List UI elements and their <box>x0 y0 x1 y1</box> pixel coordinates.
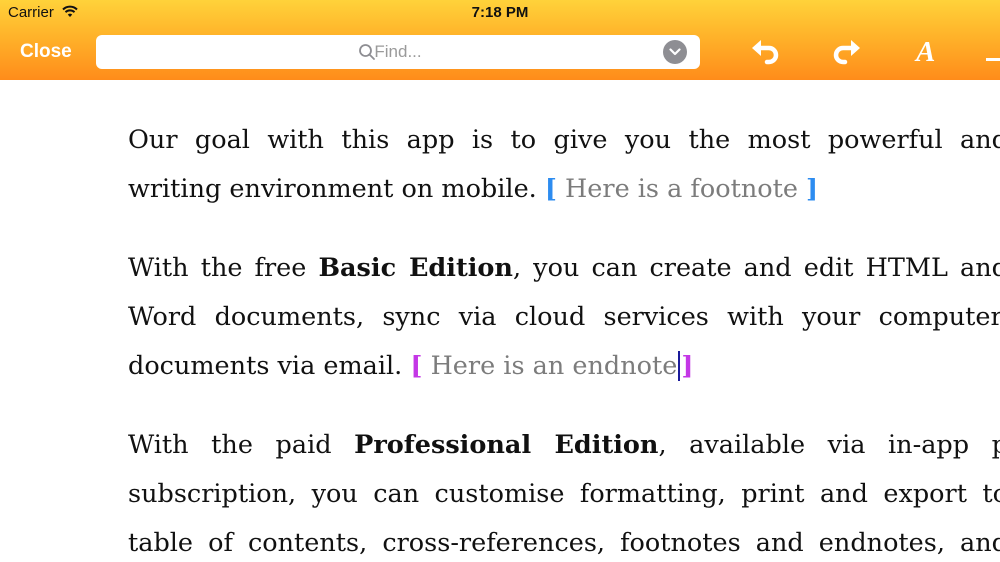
find-options-button[interactable] <box>663 40 687 64</box>
text-run: documents via email. <box>128 351 403 381</box>
format-font-icon: A <box>916 36 936 68</box>
status-bar: Carrier 7:18 PM <box>0 0 1000 26</box>
more-icon <box>986 58 1000 61</box>
undo-button[interactable] <box>748 36 784 70</box>
text-run: With the paid <box>128 430 355 460</box>
text-run: , available via in-app p <box>658 430 1000 460</box>
status-time: 7:18 PM <box>471 4 529 21</box>
top-toolbar: Carrier 7:18 PM Close Find... A <box>0 0 1000 80</box>
paragraph-3-line-3: table of contents, cross-references, foo… <box>128 528 1000 558</box>
paragraph-2-line-1: With the free Basic Edition, you can cre… <box>128 252 1000 284</box>
paragraph-3-line-1: With the paid Professional Edition, avai… <box>128 429 1000 461</box>
bold-run: Basic Edition <box>318 253 513 283</box>
footnote-open-bracket[interactable]: [ <box>545 174 557 204</box>
endnote-text[interactable]: Here is an endnote <box>422 351 678 381</box>
find-field <box>96 35 700 69</box>
paragraph-2-line-2: Word documents, sync via cloud services … <box>128 302 1000 332</box>
text-run: writing environment on mobile. <box>128 174 537 204</box>
format-button[interactable]: A <box>906 36 942 70</box>
text-run: , you can create and edit HTML and <box>512 253 1000 283</box>
endnote-close-bracket[interactable]: ] <box>681 351 693 381</box>
footnote-close-bracket[interactable]: ] <box>806 174 818 204</box>
paragraph-3-line-2: subscription, you can customise formatti… <box>128 479 1000 509</box>
redo-icon <box>833 40 860 65</box>
text-run: With the free <box>128 253 319 283</box>
footnote-text[interactable]: Here is a footnote <box>557 174 806 204</box>
chevron-down-icon <box>669 48 681 56</box>
paragraph-2-line-3: documents via email. [ Here is an endnot… <box>128 350 693 382</box>
paragraph-1-line-1: Our goal with this app is to give you th… <box>128 125 1000 155</box>
close-button[interactable]: Close <box>20 41 72 63</box>
bold-run: Professional Edition <box>354 430 659 460</box>
endnote-open-bracket[interactable]: [ <box>410 351 422 381</box>
undo-icon <box>752 40 779 65</box>
document-body[interactable]: Our goal with this app is to give you th… <box>128 80 1000 562</box>
redo-button[interactable] <box>828 36 864 70</box>
more-button[interactable] <box>986 50 1000 61</box>
find-input[interactable] <box>96 35 700 69</box>
paragraph-1-line-2: writing environment on mobile. [ Here is… <box>128 173 818 205</box>
